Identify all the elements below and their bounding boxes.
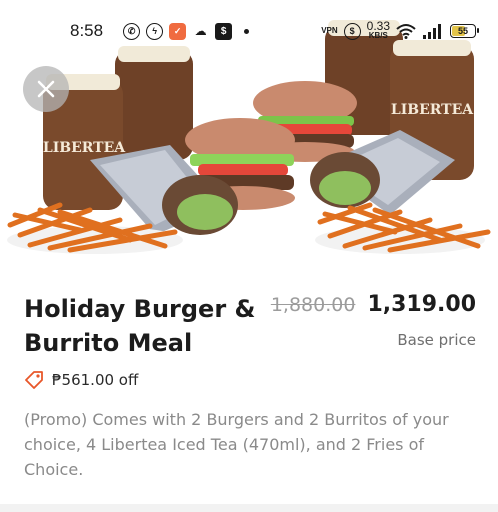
product-title: Holiday Burger & Burrito Meal xyxy=(24,295,256,357)
wifi-icon xyxy=(396,24,416,39)
more-notifications-dot xyxy=(244,28,250,34)
battery-level: 55 xyxy=(457,26,468,36)
speed-unit: KB/S xyxy=(368,31,388,40)
signal-icon xyxy=(423,24,441,39)
price-line: 1,880.00 1,319.00 xyxy=(271,292,476,317)
current-price: 1,319.00 xyxy=(367,292,476,317)
discount-text: ₱561.00 off xyxy=(52,371,139,389)
cloud-icon: ☁ xyxy=(194,24,207,38)
libertea-jar-left-back xyxy=(115,46,193,160)
status-bar: 8:58 ✆ ϟ ✓ ☁ $ VPN $ 0.33 KB/S 55 xyxy=(0,0,498,62)
fries-right xyxy=(315,202,491,254)
base-price-label: Base price xyxy=(397,331,476,349)
speed-value: 0.33 xyxy=(366,19,390,33)
network-speed: 0.33 KB/S xyxy=(366,19,390,41)
status-right: VPN $ 0.33 KB/S 55 xyxy=(321,19,479,41)
original-price: 1,880.00 xyxy=(270,294,356,316)
messenger-icon: ϟ xyxy=(146,22,164,40)
vpn-icon: VPN xyxy=(321,26,338,35)
status-left: 8:58 ✆ ϟ ✓ ☁ $ xyxy=(70,21,250,41)
battery-icon: 55 xyxy=(450,24,479,38)
tag-icon xyxy=(25,371,43,389)
jar-label: LIBERTEA xyxy=(43,140,126,156)
app-notification-icon: ✓ xyxy=(169,22,187,40)
status-time: 8:58 xyxy=(70,21,104,40)
viber-icon: ✆ xyxy=(123,22,141,40)
product-description: (Promo) Comes with 2 Burgers and 2 Burri… xyxy=(24,410,449,479)
jar-label: LIBERTEA xyxy=(391,102,474,118)
product-header: Holiday Burger & Burrito Meal 1,880.00 1… xyxy=(24,292,476,360)
close-icon xyxy=(37,80,55,98)
discount-badge: ₱561.00 off xyxy=(24,370,138,390)
bottom-divider xyxy=(0,504,498,512)
close-button[interactable] xyxy=(23,66,69,112)
shopping-bag-icon: $ xyxy=(215,22,233,40)
dollar-icon: $ xyxy=(343,22,361,40)
price-block: 1,880.00 1,319.00 Base price xyxy=(271,292,476,360)
